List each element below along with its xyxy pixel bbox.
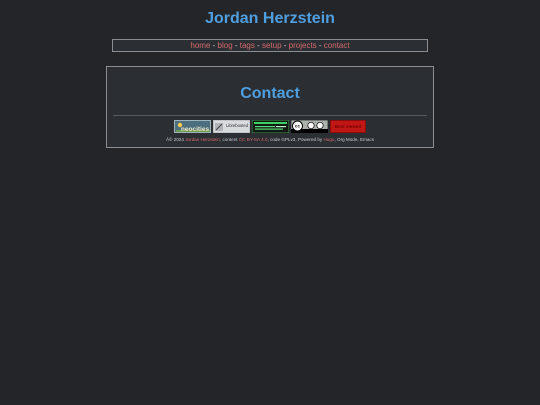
librebooted-badge[interactable]: Librebooted [213, 120, 250, 133]
nav-separator: - [281, 41, 289, 50]
nav-separator: - [210, 41, 218, 50]
nav-tags-link[interactable]: tags [240, 41, 255, 50]
best-viewed-icon: Best viewed [330, 120, 366, 133]
nav-separator: - [316, 41, 324, 50]
nav-blog-link[interactable]: blog [218, 41, 233, 50]
footer: Â© 2024 Jordan Herzstein, content CC BY-… [107, 137, 433, 143]
terminal-badge[interactable] [252, 120, 289, 133]
best-viewed-badge-text: Best viewed [335, 124, 362, 129]
site-title[interactable]: Jordan Herzstein [0, 9, 540, 29]
nav-home-link[interactable]: home [190, 41, 210, 50]
terminal-badge-icon [252, 120, 289, 133]
content-card: Contact neocities Librebooted cc Best vi… [106, 66, 434, 148]
footer-code-label: , code GPLv3, Powered by [267, 137, 324, 142]
cc-badge-text: cc [295, 124, 300, 129]
neocities-logo-icon: neocities [175, 121, 210, 133]
footer-license-link[interactable]: CC BY-SA 4.0 [239, 137, 268, 142]
badge-row: neocities Librebooted cc Best viewed [174, 120, 374, 134]
creative-commons-badge[interactable]: cc [291, 120, 328, 133]
nav-separator: - [232, 41, 240, 50]
nav-projects-link[interactable]: projects [289, 41, 317, 50]
libreboot-logo-icon: Librebooted [213, 120, 250, 133]
footer-hugo-link[interactable]: Hugo [323, 137, 334, 142]
nav-contact-link[interactable]: contact [324, 41, 350, 50]
footer-suffix: , Org Mode, Emacs [334, 137, 375, 142]
creative-commons-icon: cc [291, 120, 328, 133]
footer-content-label: , content [219, 137, 239, 142]
footer-author-link[interactable]: Jordan Herzstein [185, 137, 220, 142]
nav-separator: - [254, 41, 262, 50]
neocities-badge-text: neocities [181, 126, 210, 133]
footer-copyright: Â© 2024 [165, 137, 186, 142]
nav-setup-link[interactable]: setup [262, 41, 282, 50]
neocities-badge[interactable]: neocities [174, 120, 211, 133]
main-nav: home - blog - tags - setup - projects - … [112, 39, 428, 52]
page-title: Contact [240, 85, 300, 102]
best-viewed-badge[interactable]: Best viewed [330, 120, 366, 133]
divider [113, 115, 427, 116]
librebooted-badge-text: Librebooted [226, 123, 249, 128]
